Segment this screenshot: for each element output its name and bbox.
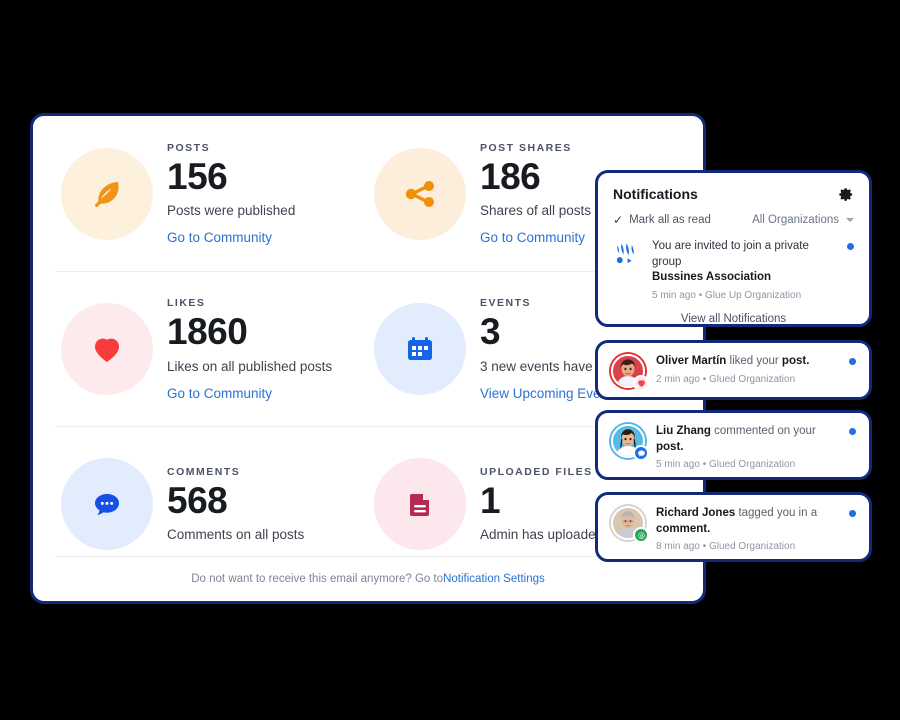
feather-icon [61, 147, 153, 240]
stat-body: UPLOADED FILES 1 Admin has uploaded [480, 466, 603, 543]
group-logo-icon [613, 239, 641, 267]
toast-text: Liu Zhang commented on your post. [656, 424, 838, 455]
comment-bubble-icon [61, 458, 153, 550]
toast-action: liked your [726, 355, 782, 367]
stat-label: LIKES [167, 297, 206, 310]
heart-badge-icon [633, 375, 649, 391]
comment-badge-icon [633, 445, 649, 461]
toast-meta: 2 min ago • Glued Organization [656, 373, 796, 385]
stat-label: POST SHARES [480, 141, 572, 154]
avatar [611, 424, 649, 461]
notification-item-invite[interactable]: You are invited to join a private group … [613, 239, 854, 301]
stat-description: Comments on all posts [167, 527, 305, 543]
notifications-panel: Notifications ✓ Mark all as read All Org… [595, 170, 872, 327]
stat-body: POST SHARES 186 Shares of all posts Go t… [480, 142, 591, 246]
mark-all-as-read-button[interactable]: ✓ Mark all as read [613, 214, 711, 226]
notification-toast[interactable]: @ Richard Jones tagged you in a comment.… [595, 492, 872, 562]
check-icon: ✓ [613, 213, 624, 227]
organization-filter-dropdown[interactable]: All Organizations [752, 214, 854, 226]
stat-cta-link[interactable]: Go to Community [480, 230, 591, 245]
unread-dot-icon [849, 428, 856, 435]
svg-text:@: @ [637, 531, 644, 540]
notification-settings-link[interactable]: Notification Settings [443, 573, 545, 585]
stat-cell-likes: LIKES 1860 Likes on all published posts … [55, 272, 368, 426]
stat-value: 568 [167, 479, 228, 521]
toast-action: tagged you in a [735, 507, 818, 519]
notifications-panel-header: Notifications [613, 186, 854, 202]
toast-body: Liu Zhang commented on your post. 5 min … [656, 424, 838, 470]
screenshot-stage: POSTS 156 Posts were published Go to Com… [0, 0, 900, 720]
invite-body: You are invited to join a private group … [652, 239, 836, 301]
share-icon [374, 147, 466, 240]
stat-body: COMMENTS 568 Comments on all posts [167, 466, 304, 543]
stat-value: 1 [480, 479, 501, 521]
toast-object: post. [781, 355, 810, 367]
notification-toast[interactable]: Liu Zhang commented on your post. 5 min … [595, 410, 872, 480]
email-footer: Do not want to receive this email anymor… [55, 556, 681, 601]
invite-group-name: Bussines Association [652, 271, 772, 284]
stat-description: Admin has uploaded [480, 527, 604, 543]
heart-icon [61, 303, 153, 395]
document-icon [374, 458, 466, 550]
stat-description: Likes on all published posts [167, 358, 333, 374]
panel-title: Notifications [613, 186, 698, 202]
stat-body: LIKES 1860 Likes on all published posts … [167, 297, 332, 401]
toast-object: post. [656, 440, 684, 453]
unread-dot-icon [849, 510, 856, 517]
gear-icon[interactable] [839, 187, 854, 202]
stat-value: 156 [167, 155, 228, 197]
stat-label: UPLOADED FILES [480, 465, 593, 478]
calendar-icon [374, 303, 466, 395]
toast-body: Richard Jones tagged you in a comment. 8… [656, 506, 838, 552]
mark-all-as-read-label: Mark all as read [629, 214, 711, 226]
stat-body: EVENTS 3 3 new events have b View Upcomi… [480, 297, 604, 401]
toast-body: Oliver Martín liked your post. 2 min ago… [656, 354, 838, 385]
toast-object: comment. [656, 522, 711, 535]
toast-text: Oliver Martín liked your post. [656, 354, 838, 370]
avatar [611, 354, 649, 391]
stats-row: LIKES 1860 Likes on all published posts … [55, 271, 681, 426]
toast-actor: Liu Zhang [656, 425, 711, 437]
toast-meta: 8 min ago • Glued Organization [656, 541, 796, 553]
stat-value: 1860 [167, 311, 248, 353]
stat-label: EVENTS [480, 297, 532, 310]
avatar: @ [611, 506, 649, 543]
view-all-notifications-link[interactable]: View all Notifications [613, 313, 854, 325]
toast-actor: Oliver Martín [656, 355, 727, 367]
chevron-down-icon [846, 218, 854, 222]
stat-label: POSTS [167, 141, 211, 154]
stat-label: COMMENTS [167, 465, 241, 478]
toast-actor: Richard Jones [656, 507, 736, 519]
stat-value: 3 [480, 311, 501, 353]
stats-row: POSTS 156 Posts were published Go to Com… [55, 116, 681, 271]
unread-dot-icon [847, 243, 854, 250]
invite-meta: 5 min ago • Glue Up Organization [652, 289, 802, 301]
footer-text: Do not want to receive this email anymor… [191, 573, 444, 585]
organization-filter-value: All Organizations [752, 214, 839, 226]
stat-description: Posts were published [167, 203, 296, 219]
stat-cta-link[interactable]: Go to Community [167, 386, 332, 401]
stat-body: POSTS 156 Posts were published Go to Com… [167, 142, 295, 246]
at-mention-badge-icon: @ [633, 527, 649, 543]
notification-toast[interactable]: Oliver Martín liked your post. 2 min ago… [595, 340, 872, 400]
stat-cta-link[interactable]: Go to Community [167, 230, 295, 245]
stat-value: 186 [480, 155, 541, 197]
stat-description: Shares of all posts [480, 203, 592, 219]
invite-line-1: You are invited to join a private group [652, 240, 809, 268]
stat-cell-posts: POSTS 156 Posts were published Go to Com… [55, 116, 368, 271]
toast-text: Richard Jones tagged you in a comment. [656, 506, 838, 537]
notifications-panel-tools: ✓ Mark all as read All Organizations [613, 214, 854, 226]
toast-meta: 5 min ago • Glued Organization [656, 459, 796, 471]
stat-cta-link[interactable]: View Upcoming Eve. [480, 386, 604, 401]
unread-dot-icon [849, 358, 856, 365]
stat-description: 3 new events have b [480, 358, 604, 374]
toast-action: commented on your [710, 425, 816, 437]
